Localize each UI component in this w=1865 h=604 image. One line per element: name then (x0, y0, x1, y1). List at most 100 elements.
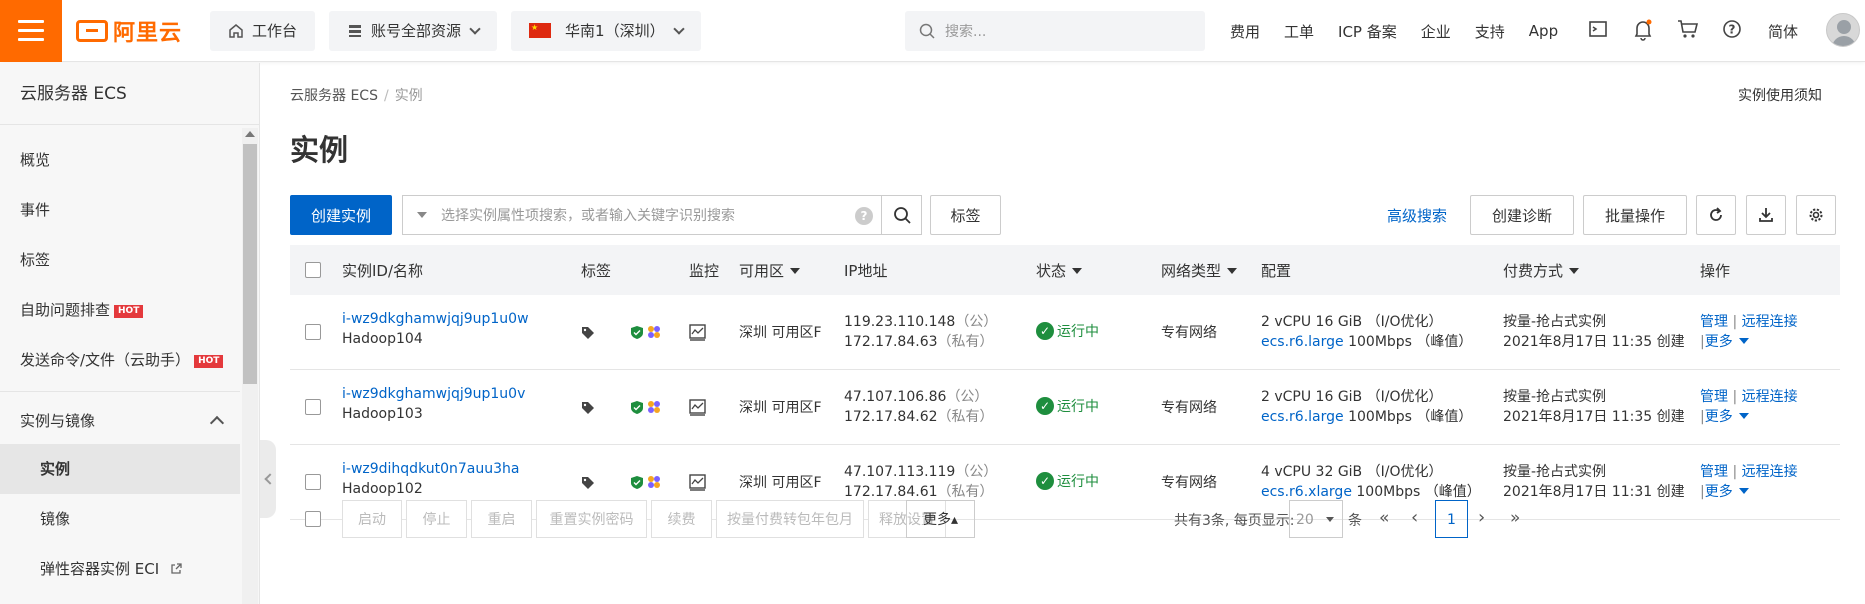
header-status-label: 状态 (1036, 262, 1067, 280)
user-avatar[interactable] (1826, 13, 1860, 47)
nav-icp[interactable]: ICP 备案 (1338, 21, 1397, 42)
nav-billing[interactable]: 费用 (1230, 21, 1260, 42)
sidebar-item-cloud-assistant[interactable]: 发送命令/文件（云助手） HOT (0, 335, 240, 385)
sidebar-section-instances-images[interactable]: 实例与镜像 (0, 398, 240, 444)
refresh-button[interactable] (1696, 195, 1736, 235)
instance-type-link[interactable]: ecs.r6.large (1261, 334, 1344, 350)
more-dropdown[interactable]: |更多 (1700, 406, 1749, 426)
cloud-assistant-icon[interactable] (646, 399, 662, 415)
advanced-search-link[interactable]: 高级搜索 (1387, 205, 1447, 226)
sidebar-item-eci[interactable]: 弹性容器实例 ECI (0, 544, 240, 594)
last-page-button[interactable]: » (1510, 508, 1520, 528)
scroll-up-icon[interactable] (245, 131, 255, 137)
footer-select-all-checkbox[interactable] (305, 511, 321, 527)
instance-notice-link[interactable]: 实例使用须知 (1738, 85, 1822, 105)
download-button[interactable] (1746, 195, 1786, 235)
current-page-button[interactable]: 1 (1435, 500, 1468, 538)
security-shield-icon[interactable] (630, 325, 644, 340)
remote-connect-link[interactable]: 远程连接 (1742, 314, 1798, 330)
monitor-chart-icon[interactable] (689, 474, 706, 491)
tag-filter-button[interactable]: 标签 (930, 195, 1001, 235)
global-search-input[interactable]: 搜索... (905, 11, 1205, 51)
instance-search-input[interactable]: 选择实例属性项搜索，或者输入关键字识别搜索 ? (402, 195, 882, 235)
settings-button[interactable] (1796, 195, 1836, 235)
breadcrumb-root[interactable]: 云服务器 ECS (290, 88, 378, 104)
tag-icon[interactable] (581, 326, 595, 340)
sidebar-collapse-button[interactable] (260, 440, 276, 518)
sidebar-item-events[interactable]: 事件 (0, 185, 240, 235)
nav-ticket[interactable]: 工单 (1284, 21, 1314, 42)
sidebar-item-overview[interactable]: 概览 (0, 135, 240, 185)
sidebar-scrollbar[interactable] (242, 128, 258, 604)
sidebar-item-instances[interactable]: 实例 (0, 444, 240, 494)
private-ip: 172.17.84.63（私有） (844, 331, 994, 351)
more-dropdown[interactable]: |更多 (1700, 331, 1749, 351)
resources-dropdown[interactable]: 账号全部资源 (329, 10, 498, 51)
public-ip: 47.107.113.119（公） (844, 461, 997, 481)
reset-password-button[interactable]: 重置实例密码 (536, 500, 647, 538)
manage-link[interactable]: 管理 (1700, 389, 1728, 405)
instance-id-link[interactable]: i-wz9dihqdkut0n7auu3ha (342, 461, 519, 477)
aliyun-logo[interactable]: 阿里云 (76, 15, 196, 47)
bell-icon[interactable] (1633, 19, 1653, 41)
sidebar-item-tags[interactable]: 标签 (0, 235, 240, 285)
region-dropdown[interactable]: 华南1（深圳） (511, 10, 701, 51)
instance-id-link[interactable]: i-wz9dkghamwjqj9up1u0w (342, 311, 529, 327)
menu-icon[interactable] (0, 0, 62, 62)
row-operations: 管理 | 远程连接 (1700, 311, 1798, 331)
cloud-assistant-icon[interactable] (646, 474, 662, 490)
search-button[interactable] (882, 195, 922, 235)
help-icon[interactable]: ? (1722, 19, 1742, 39)
nav-app[interactable]: App (1529, 22, 1558, 40)
tag-icon[interactable] (581, 401, 595, 415)
batch-operation-button[interactable]: 批量操作 (1583, 195, 1687, 235)
create-instance-button[interactable]: 创建实例 (290, 195, 392, 235)
row-checkbox[interactable] (305, 399, 321, 415)
create-diagnosis-button[interactable]: 创建诊断 (1470, 195, 1574, 235)
cart-icon[interactable] (1677, 19, 1699, 39)
manage-link[interactable]: 管理 (1700, 314, 1728, 330)
remote-connect-link[interactable]: 远程连接 (1742, 389, 1798, 405)
security-shield-icon[interactable] (630, 400, 644, 415)
footer-more-button[interactable]: 更多▴ (906, 500, 975, 538)
header-status[interactable]: 状态 (1036, 260, 1083, 281)
more-dropdown[interactable]: |更多 (1700, 481, 1749, 501)
caret-down-icon[interactable] (417, 212, 427, 218)
security-shield-icon[interactable] (630, 475, 644, 490)
row-checkbox[interactable] (305, 474, 321, 490)
stop-button[interactable]: 停止 (406, 500, 467, 538)
page-size-select[interactable]: 20 (1289, 500, 1343, 538)
header-zone[interactable]: 可用区 (739, 260, 801, 281)
nav-enterprise[interactable]: 企业 (1421, 21, 1451, 42)
start-button[interactable]: 启动 (342, 500, 402, 538)
sidebar-item-images[interactable]: 镜像 (0, 494, 240, 544)
select-all-checkbox[interactable] (305, 262, 321, 278)
instance-type-link[interactable]: ecs.r6.large (1261, 409, 1344, 425)
remote-connect-link[interactable]: 远程连接 (1742, 464, 1798, 480)
language-switch[interactable]: 简体 (1768, 21, 1798, 42)
nav-support[interactable]: 支持 (1475, 21, 1505, 42)
header-network[interactable]: 网络类型 (1161, 260, 1238, 281)
header-payment[interactable]: 付费方式 (1503, 260, 1580, 281)
payment-type: 按量-抢占式实例 (1503, 464, 1607, 480)
monitor-chart-icon[interactable] (689, 324, 706, 341)
scrollbar-thumb[interactable] (243, 144, 257, 384)
sidebar-item-troubleshoot[interactable]: 自助问题排查 HOT (0, 285, 240, 335)
instance-type-link[interactable]: ecs.r6.xlarge (1261, 484, 1352, 500)
instance-id-link[interactable]: i-wz9dkghamwjqj9up1u0v (342, 386, 525, 402)
first-page-button[interactable]: « (1379, 508, 1389, 528)
restart-button[interactable]: 重启 (471, 500, 532, 538)
tag-icon[interactable] (581, 476, 595, 490)
breadcrumb-current: 实例 (394, 88, 423, 104)
manage-link[interactable]: 管理 (1700, 464, 1728, 480)
question-icon[interactable]: ? (855, 207, 873, 225)
cloud-assistant-icon[interactable] (646, 324, 662, 340)
next-page-button[interactable]: › (1478, 507, 1485, 528)
workbench-button[interactable]: 工作台 (210, 10, 316, 51)
renew-button[interactable]: 续费 (651, 500, 712, 538)
row-checkbox[interactable] (305, 324, 321, 340)
prev-page-button[interactable]: ‹ (1411, 507, 1418, 528)
terminal-icon[interactable] (1588, 19, 1608, 39)
convert-billing-button[interactable]: 按量付费转包年包月 (716, 500, 864, 538)
monitor-chart-icon[interactable] (689, 399, 706, 416)
